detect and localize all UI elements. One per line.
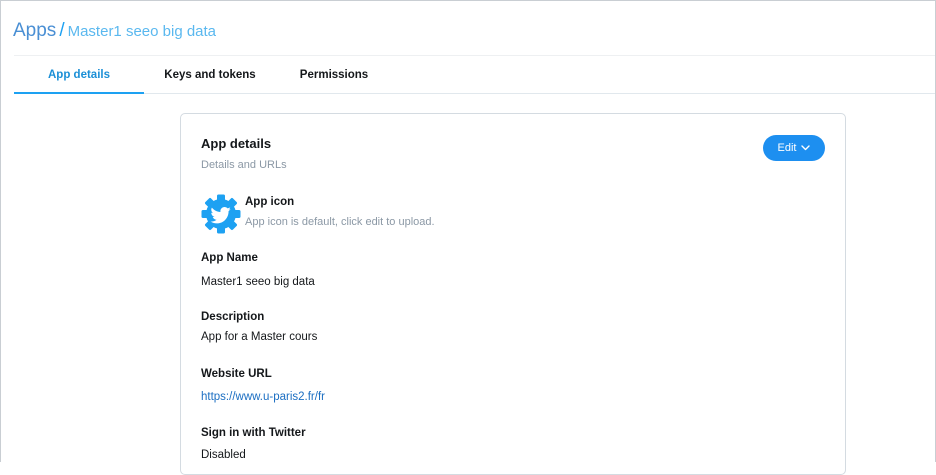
breadcrumb-apps-link[interactable]: Apps: [13, 20, 56, 42]
edit-button-label: Edit: [777, 142, 797, 154]
chevron-down-icon: [801, 145, 811, 151]
app-name-value: Master1 seeo big data: [201, 276, 315, 288]
sign-in-with-twitter-value: Disabled: [201, 449, 246, 461]
app-details-card: App details Details and URLs Edit App ic…: [180, 113, 846, 475]
tab-keys-and-tokens[interactable]: Keys and tokens: [157, 56, 263, 93]
description-value: App for a Master cours: [201, 331, 318, 343]
website-url-label: Website URL: [201, 368, 272, 380]
edit-button[interactable]: Edit: [763, 135, 825, 161]
app-icon-label: App icon: [245, 196, 295, 208]
card-subtitle: Details and URLs: [201, 159, 287, 171]
tab-bar: App details Keys and tokens Permissions: [14, 56, 935, 94]
breadcrumb-separator: /: [59, 20, 65, 41]
website-url-link[interactable]: https://www.u-paris2.fr/fr: [201, 391, 325, 403]
app-name-label: App Name: [201, 252, 258, 264]
breadcrumb: Apps / Master1 seeo big data: [13, 20, 216, 44]
tab-permissions[interactable]: Permissions: [292, 56, 376, 93]
sign-in-with-twitter-label: Sign in with Twitter: [201, 427, 306, 439]
card-title: App details: [201, 136, 272, 151]
twitter-gear-icon: [201, 194, 241, 234]
description-label: Description: [201, 311, 265, 323]
tab-app-details[interactable]: App details: [14, 56, 144, 94]
app-icon-description: App icon is default, click edit to uploa…: [245, 216, 435, 228]
app-window: Apps / Master1 seeo big data App details…: [0, 0, 936, 475]
breadcrumb-current-app: Master1 seeo big data: [67, 23, 217, 40]
